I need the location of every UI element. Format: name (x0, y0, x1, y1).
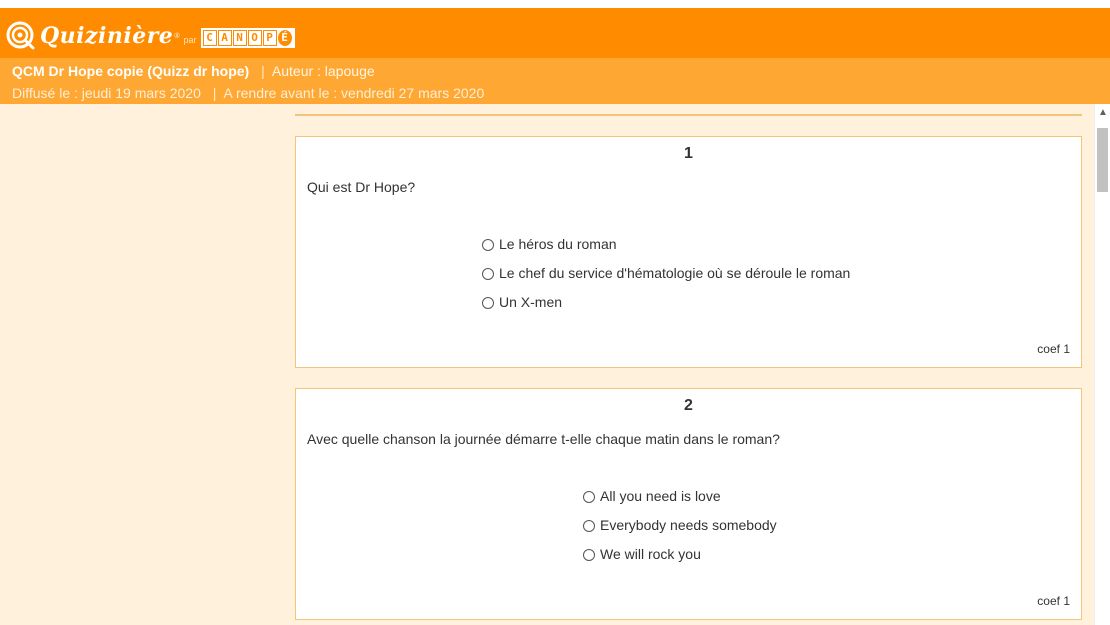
quiz-content: 1 Qui est Dr Hope? Le héros du roman Le … (0, 104, 1094, 625)
radio-button[interactable] (482, 268, 494, 280)
question-text: Avec quelle chanson la journée démarre t… (307, 431, 780, 447)
quiz-dates-line: Diffusé le : jeudi 19 mars 2020 | A rend… (12, 85, 484, 101)
separator: | (212, 85, 217, 101)
question-text: Qui est Dr Hope? (307, 179, 416, 195)
question-card-2: 2 Avec quelle chanson la journée démarre… (295, 388, 1082, 620)
brand-name: Quizinière (40, 23, 174, 49)
question-card-1: 1 Qui est Dr Hope? Le héros du roman Le … (295, 136, 1082, 368)
app-header: Quizinière ® par C A N O P É QCM Dr Hope… (0, 8, 1110, 104)
separator: | (261, 63, 265, 79)
canope-letter: O (247, 29, 262, 46)
canope-letter: N (232, 29, 247, 46)
quiz-deadline: A rendre avant le : vendredi 27 mars 202… (223, 85, 485, 101)
canope-letter: C (202, 29, 217, 46)
quiziniere-q-logo-icon (6, 21, 36, 51)
question-coef: coef 1 (1037, 342, 1070, 356)
radio-button[interactable] (482, 297, 494, 309)
question-coef: coef 1 (1037, 594, 1070, 608)
answer-option[interactable]: Le chef du service d'hématologie où se d… (482, 258, 850, 287)
question-number: 2 (684, 397, 693, 414)
divider (295, 114, 1082, 116)
answer-label: All you need is love (600, 487, 721, 504)
quiz-info-bar: QCM Dr Hope copie (Quizz dr hope) | Aute… (0, 58, 1110, 104)
canope-letter: A (217, 29, 232, 46)
quiz-title-line: QCM Dr Hope copie (Quizz dr hope) | Aute… (12, 63, 375, 79)
answer-label: Un X-men (499, 293, 563, 310)
quiz-author: Auteur : lapouge (271, 63, 375, 79)
quiz-title: QCM Dr Hope copie (Quizz dr hope) (12, 63, 250, 79)
answer-option[interactable]: We will rock you (583, 539, 777, 568)
answer-option[interactable]: All you need is love (583, 481, 777, 510)
radio-button[interactable] (583, 520, 595, 532)
quiz-diffuse-date: Diffusé le : jeudi 19 mars 2020 (12, 85, 201, 101)
canope-letter: É (277, 29, 292, 46)
top-strip (0, 0, 1110, 8)
brand-par: par (183, 35, 197, 45)
scroll-thumb[interactable] (1097, 128, 1108, 192)
answer-label: Le héros du roman (499, 235, 617, 252)
answer-option[interactable]: Le héros du roman (482, 229, 850, 258)
radio-button[interactable] (482, 239, 494, 251)
chevron-up-icon[interactable]: ▲ (1095, 106, 1110, 120)
answer-options: All you need is love Everybody needs som… (583, 481, 777, 568)
canope-letter: P (262, 29, 277, 46)
answer-label: Everybody needs somebody (600, 516, 777, 533)
answer-label: Le chef du service d'hématologie où se d… (499, 264, 851, 281)
vertical-scrollbar[interactable]: ▲ (1094, 104, 1110, 625)
canope-logo: C A N O P É (200, 27, 295, 48)
radio-button[interactable] (583, 491, 595, 503)
question-number: 1 (684, 145, 693, 162)
answer-label: We will rock you (600, 545, 701, 562)
answer-option[interactable]: Everybody needs somebody (583, 510, 777, 539)
brand-logo[interactable]: Quizinière ® par C A N O P É (6, 16, 295, 56)
brand-registered-mark: ® (174, 32, 180, 40)
answer-option[interactable]: Un X-men (482, 287, 850, 316)
radio-button[interactable] (583, 549, 595, 561)
answer-options: Le héros du roman Le chef du service d'h… (482, 229, 850, 316)
